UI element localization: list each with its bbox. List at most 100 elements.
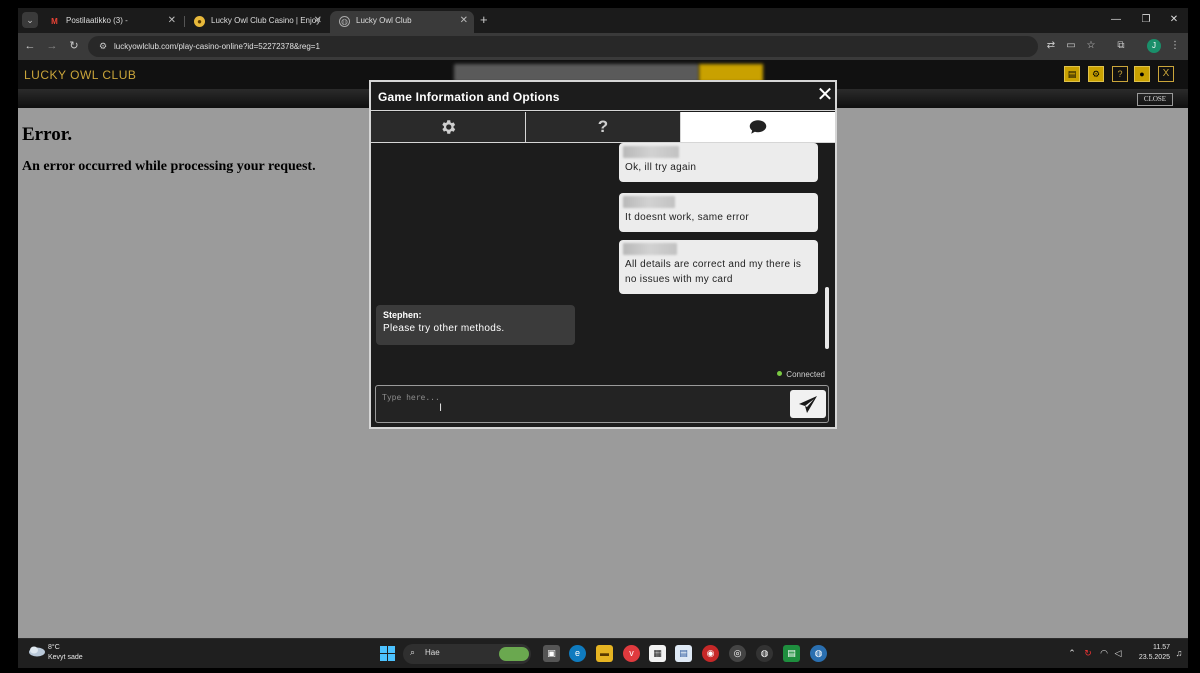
chat-scrollbar[interactable]	[825, 287, 829, 349]
browser-app-icon[interactable]: ◍	[756, 645, 773, 662]
tab-lucky-owl-club[interactable]: ◍ Lucky Owl Club ✕	[330, 11, 474, 33]
weather-temperature[interactable]: 8°C	[48, 644, 60, 651]
modal-close-button[interactable]: ✕	[815, 84, 835, 106]
file-explorer-icon[interactable]: ▬	[596, 645, 613, 662]
send-icon	[799, 396, 817, 413]
rain-cloud-icon	[29, 646, 45, 657]
windows-taskbar: 8°C Kevyt sade ⌕ Hae ▣ e ▬ v ▦ ▤ ◉ ◎ ◍ ▤…	[18, 638, 1188, 668]
minimize-icon[interactable]: —	[1106, 12, 1126, 28]
restore-icon[interactable]: ❐	[1136, 12, 1156, 28]
store-icon[interactable]: ▦	[649, 645, 666, 662]
sheets-icon[interactable]: ▤	[783, 645, 800, 662]
menu-icon[interactable]: ⋮	[1168, 39, 1182, 53]
site-logo[interactable]: LUCKY OWL CLUB	[24, 68, 136, 82]
chat-log[interactable]: Ok, ill try again It doesnt work, same e…	[371, 143, 835, 383]
status-text: Connected	[786, 370, 825, 379]
browser-toolbar: ← → ↻ ⚙ luckyowlclub.com/play-casino-onl…	[18, 33, 1188, 60]
reload-icon[interactable]: ↻	[66, 38, 82, 54]
app-icon[interactable]: ◉	[702, 645, 719, 662]
sync-icon[interactable]: ↻	[1082, 647, 1094, 659]
volume-icon[interactable]: ◁	[1112, 647, 1124, 659]
message-text: It doesnt work, same error	[625, 212, 749, 223]
bookmark-star-icon[interactable]: ☆	[1084, 39, 1098, 53]
clock-date[interactable]: 23.5.2025	[1128, 654, 1170, 661]
notification-bell-icon[interactable]: ♫	[1173, 647, 1185, 659]
error-message: An error occurred while processing your …	[22, 159, 316, 174]
vivaldi-icon[interactable]: v	[623, 645, 640, 662]
agent-message: Stephen: Please try other methods.	[376, 305, 575, 345]
user-message: All details are correct and my there is …	[619, 240, 818, 294]
error-title: Error.	[22, 124, 73, 145]
search-highlight-icon	[499, 647, 529, 661]
tab-search-icon[interactable]: ⌄	[22, 12, 38, 28]
taskbar-search[interactable]: ⌕ Hae	[403, 644, 531, 664]
search-icon: ⌕	[410, 647, 416, 657]
tab-lucky-owl-casino[interactable]: ● Lucky Owl Club Casino | Enjoy ✕	[185, 11, 328, 33]
gear-icon	[442, 120, 456, 134]
card-icon[interactable]: ▭	[1064, 39, 1078, 53]
chat-icon	[749, 120, 767, 134]
tab-help[interactable]: ?	[526, 112, 681, 142]
redacted-username	[623, 146, 679, 158]
tab-title: Lucky Owl Club Casino | Enjoy	[211, 16, 321, 25]
address-bar[interactable]: ⚙ luckyowlclub.com/play-casino-online?id…	[88, 36, 1038, 57]
tab-title: Lucky Owl Club	[356, 16, 412, 25]
task-view-icon[interactable]: ▣	[543, 645, 560, 662]
chevron-up-icon[interactable]: ⌃	[1066, 647, 1078, 659]
redacted-username	[623, 196, 675, 208]
forward-arrow-icon[interactable]: →	[44, 38, 60, 54]
user-message: Ok, ill try again	[619, 143, 818, 182]
screen: ⌄ M Postilaatikko (3) - ✕ ● Lucky Owl Cl…	[0, 0, 1200, 673]
browser-window: ⌄ M Postilaatikko (3) - ✕ ● Lucky Owl Cl…	[18, 8, 1188, 638]
globe-icon: ◍	[339, 16, 350, 27]
modal-tabs: ?	[371, 112, 835, 143]
wifi-icon[interactable]: ◠	[1098, 647, 1110, 659]
message-text: Please try other methods.	[383, 323, 505, 334]
settings-icon[interactable]: ⚙	[1088, 66, 1104, 82]
deposit-icon[interactable]: ▤	[1064, 66, 1080, 82]
redacted-username	[623, 243, 677, 255]
modal-title: Game Information and Options	[378, 90, 560, 104]
clock-time[interactable]: 11.57	[1146, 644, 1170, 651]
close-game-button[interactable]: CLOSE	[1137, 93, 1173, 106]
chat-bubble-icon[interactable]: ●	[1134, 66, 1150, 82]
message-text: Ok, ill try again	[625, 162, 697, 173]
text-cursor-icon: I	[439, 402, 443, 414]
edge-icon[interactable]: e	[569, 645, 586, 662]
chat-input-box: I	[375, 385, 829, 423]
window-close-icon[interactable]: ✕	[1164, 12, 1184, 28]
help-icon: ?	[597, 117, 609, 136]
help-icon[interactable]: ?	[1112, 66, 1128, 82]
tab-gmail[interactable]: M Postilaatikko (3) - ✕	[40, 11, 182, 33]
modal-header: Game Information and Options ✕	[371, 82, 835, 111]
close-icon[interactable]: ✕	[460, 11, 468, 31]
chrome-icon[interactable]: ◎	[729, 645, 746, 662]
tab-chat[interactable]	[681, 112, 835, 142]
close-icon[interactable]: ✕	[168, 11, 176, 31]
windows-start-icon[interactable]	[380, 646, 395, 661]
game-info-modal: Game Information and Options ✕ ? Ok, ill	[369, 80, 837, 429]
tab-title: Postilaatikko (3) -	[66, 16, 128, 25]
message-text: All details are correct and my there is …	[625, 259, 802, 285]
header-close-button[interactable]: X	[1158, 66, 1174, 82]
weather-description[interactable]: Kevyt sade	[48, 654, 83, 661]
user-message: It doesnt work, same error	[619, 193, 818, 232]
profile-avatar[interactable]: J	[1147, 39, 1161, 53]
globe-app-icon[interactable]: ◍	[810, 645, 827, 662]
status-dot-icon	[777, 371, 783, 376]
connection-status: Connected	[777, 370, 825, 379]
document-icon[interactable]: ▤	[675, 645, 692, 662]
close-icon[interactable]: ✕	[314, 11, 322, 31]
site-info-icon[interactable]: ⚙	[96, 39, 110, 53]
extensions-icon[interactable]: ⧉	[1114, 39, 1128, 53]
url-text[interactable]: luckyowlclub.com/play-casino-online?id=5…	[114, 36, 320, 57]
agent-name: Stephen:	[383, 310, 422, 320]
search-label: Hae	[425, 648, 440, 657]
new-tab-button[interactable]: +	[480, 12, 488, 28]
translate-icon[interactable]: ⇄	[1044, 39, 1058, 53]
gmail-icon: M	[51, 17, 58, 26]
send-button[interactable]	[790, 390, 826, 418]
back-arrow-icon[interactable]: ←	[22, 38, 38, 54]
tab-strip: ⌄ M Postilaatikko (3) - ✕ ● Lucky Owl Cl…	[18, 8, 1188, 33]
tab-settings[interactable]	[371, 112, 526, 142]
